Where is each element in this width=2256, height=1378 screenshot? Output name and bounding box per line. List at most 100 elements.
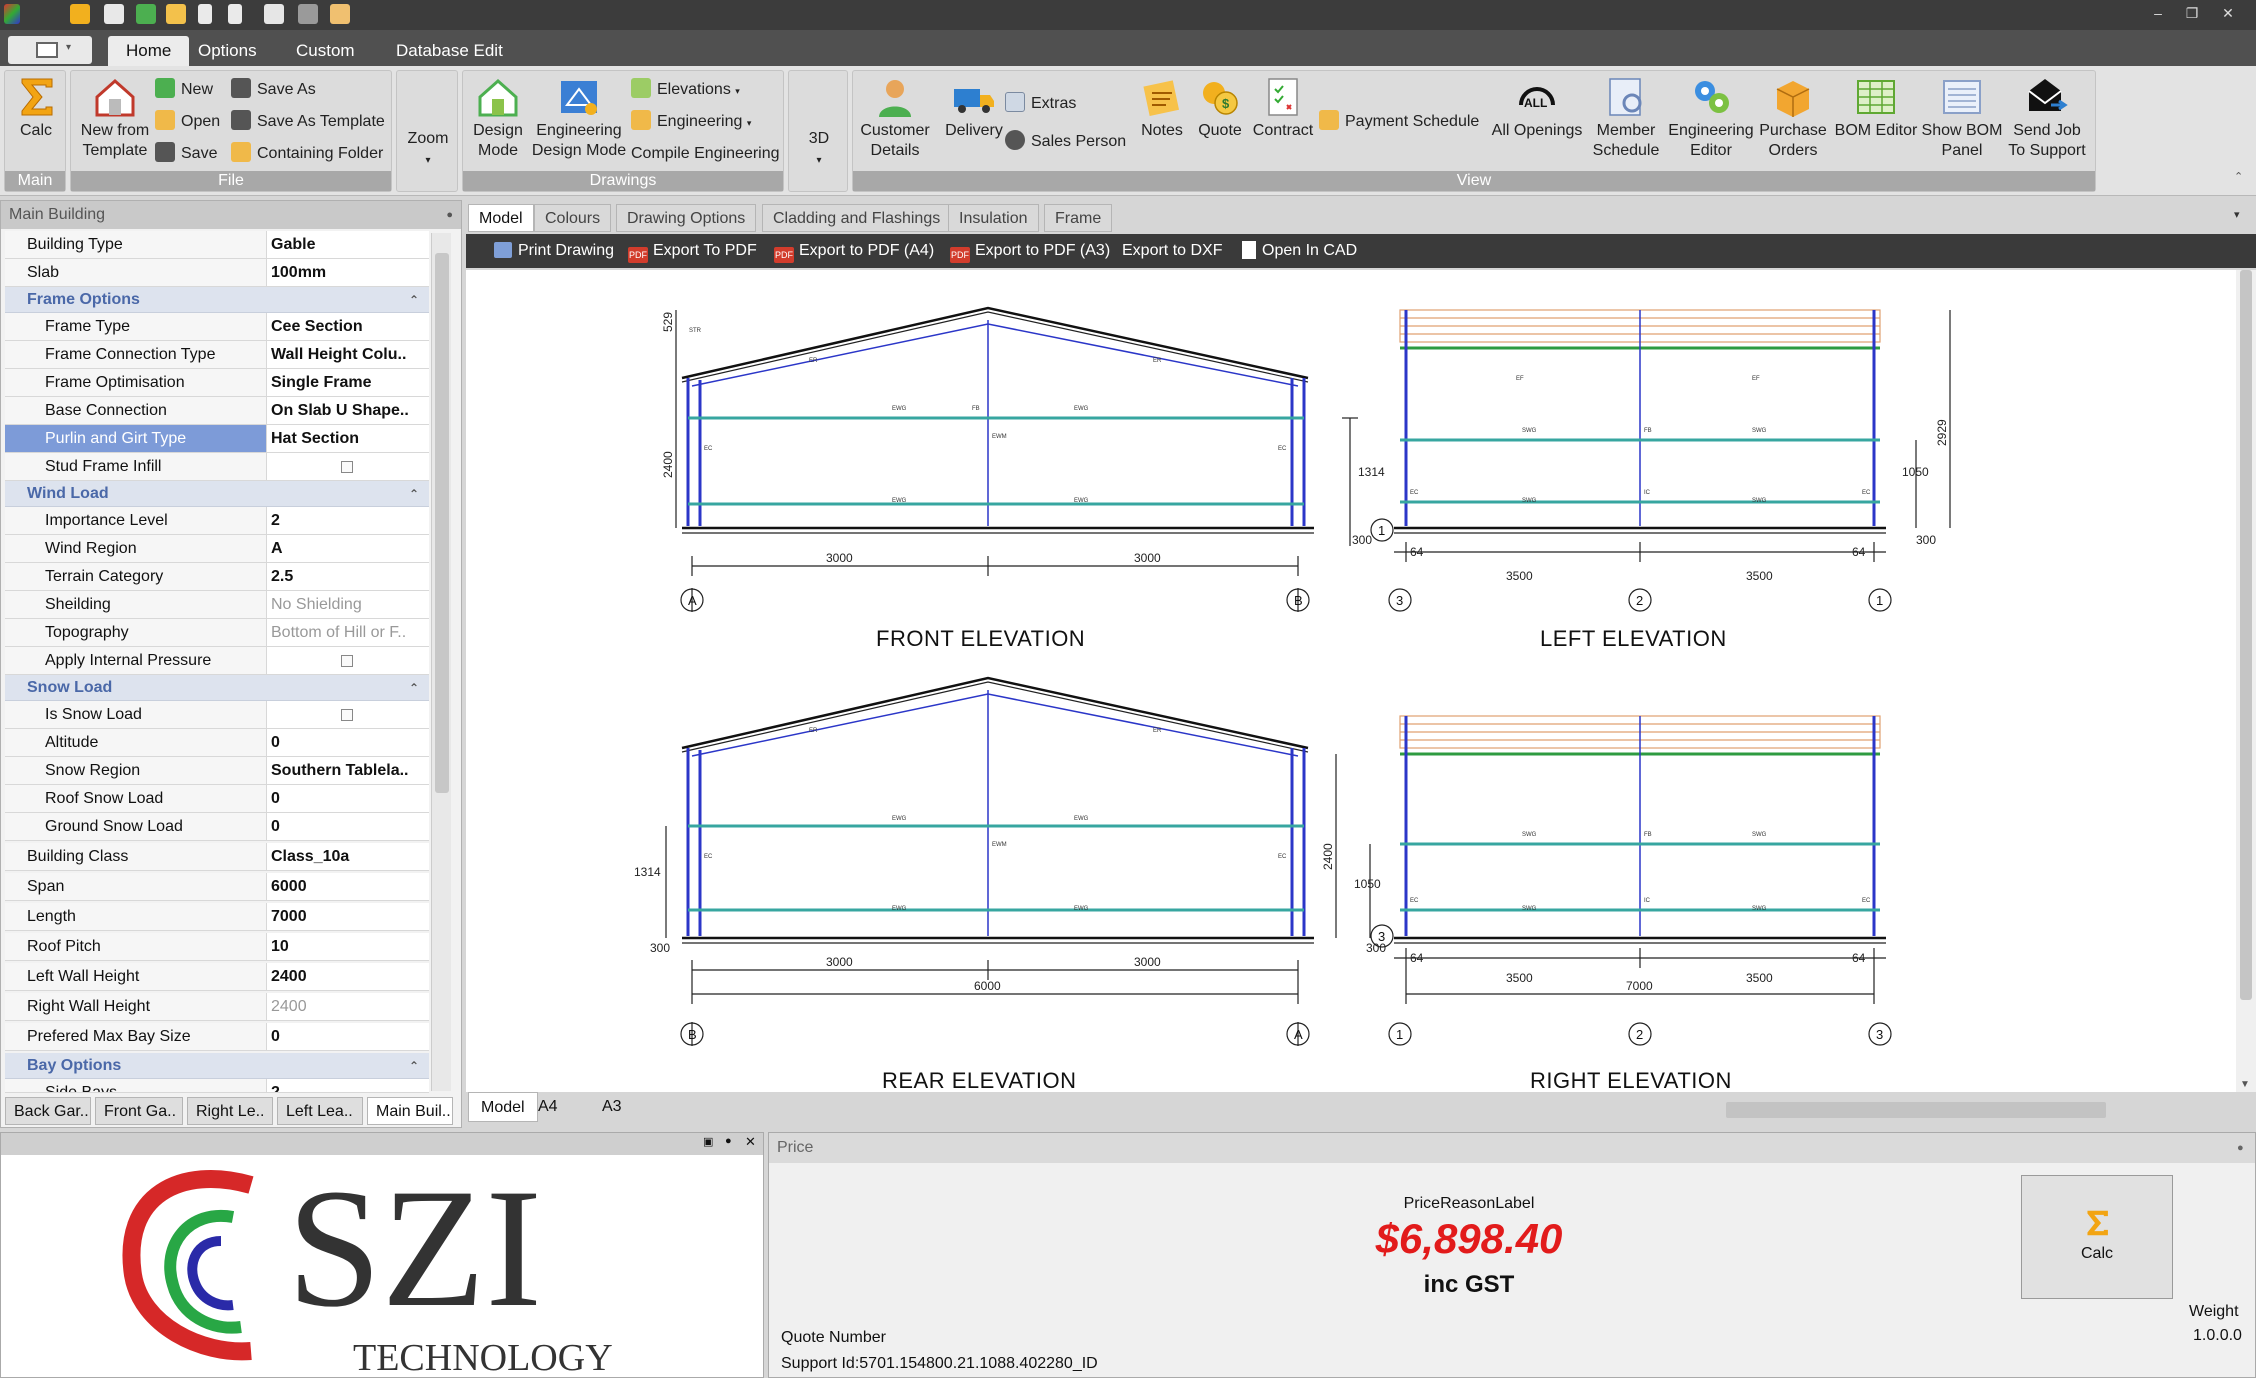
pin-icon[interactable]: ●	[725, 1135, 732, 1147]
maximize-icon[interactable]: ▣	[703, 1135, 713, 1148]
prop-wind-region[interactable]: Wind Region A	[5, 535, 429, 563]
category-wind-load[interactable]: Wind Load ⌃	[5, 481, 429, 507]
show-bom-panel-button[interactable]: Show BOM Panel	[1917, 75, 2007, 161]
calc-button[interactable]: Calc	[9, 75, 63, 141]
member-schedule-button[interactable]: Member Schedule	[1581, 75, 1671, 161]
tab-front-gable[interactable]: Front Ga..	[95, 1097, 183, 1125]
prop-left-wall-height[interactable]: Left Wall Height 2400	[5, 963, 429, 991]
print-drawing-button[interactable]: Print Drawing	[494, 234, 614, 268]
apply-internal-pressure-checkbox[interactable]	[341, 655, 353, 667]
tab-colours[interactable]: Colours	[534, 204, 612, 232]
drawing-vertical-scrollbar[interactable]: ▼	[2236, 270, 2256, 1092]
design-mode-button[interactable]: Design Mode	[467, 75, 529, 161]
is-snow-load-checkbox[interactable]	[341, 709, 353, 721]
calc-quick-icon[interactable]	[70, 4, 90, 24]
prop-altitude[interactable]: Altitude 0	[5, 729, 429, 757]
tab-main-building[interactable]: Main Buil..	[367, 1097, 453, 1125]
prop-right-wall-height[interactable]: Right Wall Height 2400	[5, 993, 429, 1021]
prop-length[interactable]: Length 7000	[5, 903, 429, 931]
bom-editor-button[interactable]: BOM Editor	[1831, 75, 1921, 141]
containing-folder-button[interactable]: Containing Folder	[231, 141, 383, 167]
tab-database-edit[interactable]: Database Edit	[378, 36, 521, 66]
prop-purlin-girt-type[interactable]: Purlin and Girt Type Hat Section	[5, 425, 429, 453]
prop-ground-snow-load[interactable]: Ground Snow Load 0	[5, 813, 429, 841]
category-bay-options[interactable]: Bay Options ⌃	[5, 1053, 429, 1079]
save-all-quick-icon[interactable]	[228, 4, 242, 24]
prop-span[interactable]: Span 6000	[5, 873, 429, 901]
elevations-button[interactable]: Elevations ▾	[631, 77, 740, 103]
send-job-button[interactable]: Send Job To Support	[2001, 75, 2093, 161]
collapse-icon[interactable]: ⌃	[409, 287, 419, 313]
extras-button[interactable]: Extras	[1005, 91, 1076, 117]
tabs-dropdown-icon[interactable]: ▾	[2234, 208, 2240, 221]
category-frame-options[interactable]: Frame Options ⌃	[5, 287, 429, 313]
close-icon[interactable]: ✕	[745, 1134, 756, 1150]
engineering-button[interactable]: Engineering ▾	[631, 109, 751, 135]
pin-icon[interactable]: ●	[446, 201, 453, 229]
compile-engineering-button[interactable]: Compile Engineering	[631, 141, 780, 167]
open-in-cad-button[interactable]: Open In CAD	[1242, 234, 1357, 268]
purchase-orders-button[interactable]: Purchase Orders	[1751, 75, 1835, 161]
prop-side-bays[interactable]: Side Bays 2	[5, 1079, 429, 1093]
property-scroll-thumb[interactable]	[435, 253, 449, 793]
drawing-canvas[interactable]: .k { stroke:#222; stroke-width:1.2; fill…	[466, 270, 2236, 1092]
home-quick-icon[interactable]	[104, 4, 124, 24]
tab-frame[interactable]: Frame	[1044, 204, 1113, 232]
list-quick-icon[interactable]	[264, 4, 284, 24]
prop-importance-level[interactable]: Importance Level 2	[5, 507, 429, 535]
prop-roof-pitch[interactable]: Roof Pitch 10	[5, 933, 429, 961]
prop-apply-internal-pressure[interactable]: Apply Internal Pressure	[5, 647, 429, 675]
page-tab-a4[interactable]: A4	[526, 1092, 570, 1122]
customer-details-button[interactable]: Customer Details	[853, 75, 937, 161]
tab-options[interactable]: Options	[180, 36, 275, 66]
drawing-horizontal-scroll-thumb[interactable]	[1726, 1102, 2106, 1118]
prop-max-bay-size[interactable]: Prefered Max Bay Size 0	[5, 1023, 429, 1051]
drawing-vscroll-thumb[interactable]	[2240, 270, 2252, 1000]
prop-topography[interactable]: Topography Bottom of Hill or F..	[5, 619, 429, 647]
delivery-button[interactable]: Delivery	[935, 75, 1013, 141]
sales-person-button[interactable]: Sales Person	[1005, 129, 1126, 155]
tab-right-lean[interactable]: Right Le..	[187, 1097, 273, 1125]
prop-shielding[interactable]: Sheilding No Shielding	[5, 591, 429, 619]
all-openings-button[interactable]: ALL All Openings	[1487, 75, 1587, 141]
prop-terrain-category[interactable]: Terrain Category 2.5	[5, 563, 429, 591]
price-calc-button[interactable]: Calc	[2021, 1175, 2173, 1299]
stud-frame-checkbox[interactable]	[341, 461, 353, 473]
tab-home[interactable]: Home	[108, 36, 190, 66]
three-d-button[interactable]: 3D ▾	[791, 129, 847, 171]
tab-insulation[interactable]: Insulation	[948, 204, 1039, 232]
export-pdf-a4-button[interactable]: PDF Export to PDF (A4)	[774, 234, 934, 268]
restore-icon[interactable]: ❐	[2178, 2, 2206, 24]
prop-is-snow-load[interactable]: Is Snow Load	[5, 701, 429, 729]
tab-back-gable[interactable]: Back Gar..	[5, 1097, 91, 1125]
engineering-editor-button[interactable]: Engineering Editor	[1665, 75, 1757, 161]
prop-building-class[interactable]: Building Class Class_10a	[5, 843, 429, 871]
prop-stud-frame-infill[interactable]: Stud Frame Infill	[5, 453, 429, 481]
tab-model[interactable]: Model	[468, 204, 534, 232]
zoom-button[interactable]: Zoom ▾	[399, 129, 457, 171]
export-pdf-button[interactable]: PDF Export To PDF	[628, 234, 757, 268]
contract-button[interactable]: Contract	[1247, 75, 1319, 141]
property-scrollbar[interactable]	[431, 233, 451, 1091]
export-pdf-a3-button[interactable]: PDF Export to PDF (A3)	[950, 234, 1110, 268]
refresh-quick-icon[interactable]	[136, 4, 156, 24]
category-snow-load[interactable]: Snow Load ⌃	[5, 675, 429, 701]
pin-icon[interactable]: ●	[2237, 1133, 2244, 1163]
collapse-icon[interactable]: ⌃	[409, 675, 419, 701]
save-button[interactable]: Save	[155, 141, 217, 167]
new-from-template-button[interactable]: New from Template	[73, 75, 157, 161]
prop-roof-snow-load[interactable]: Roof Snow Load 0	[5, 785, 429, 813]
tab-cladding-flashings[interactable]: Cladding and Flashings	[762, 204, 952, 232]
save-quick-icon[interactable]	[198, 4, 212, 24]
notes-button[interactable]: Notes	[1133, 75, 1191, 141]
prop-frame-type[interactable]: Frame Type Cee Section	[5, 313, 429, 341]
prop-frame-optimisation[interactable]: Frame Optimisation Single Frame	[5, 369, 429, 397]
tab-left-lean[interactable]: Left Lea..	[277, 1097, 363, 1125]
save-as-button[interactable]: Save As	[231, 77, 316, 103]
hand-quick-icon[interactable]	[330, 4, 350, 24]
prop-base-connection[interactable]: Base Connection On Slab U Shape..	[5, 397, 429, 425]
new-button[interactable]: New	[155, 77, 213, 103]
payment-schedule-button[interactable]: Payment Schedule	[1319, 109, 1479, 135]
open-button[interactable]: Open	[155, 109, 220, 135]
prop-building-type[interactable]: Building Type Gable	[5, 231, 429, 259]
